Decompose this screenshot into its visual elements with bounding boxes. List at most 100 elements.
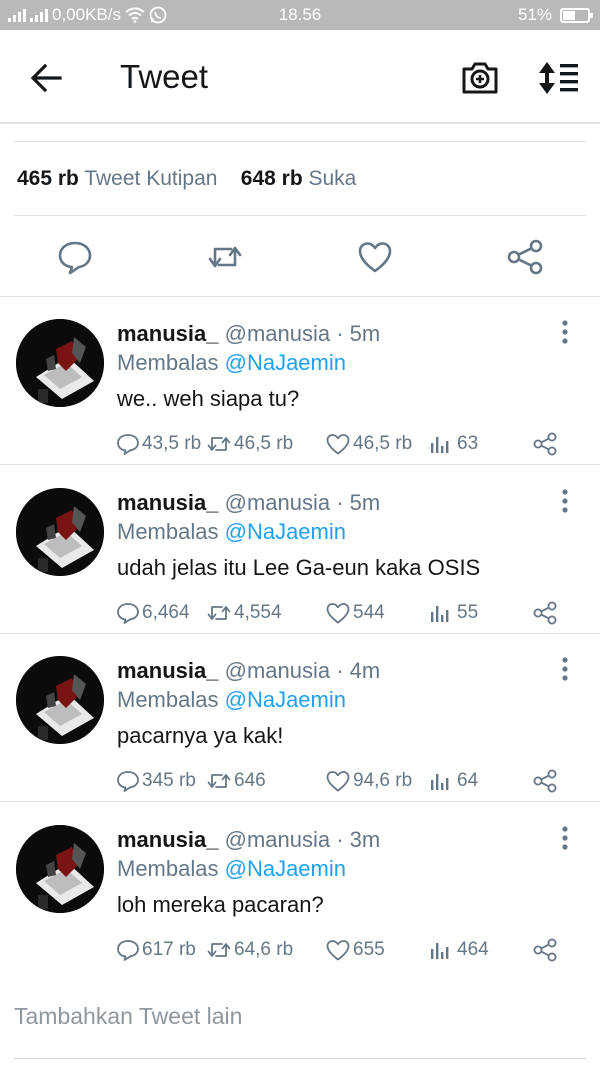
share-action[interactable]: [532, 937, 558, 963]
replying-to: Membalas @NaJaemin: [117, 856, 346, 882]
comment-action[interactable]: 43,5 rb: [116, 429, 201, 459]
comment-count: 43,5 rb: [142, 433, 202, 454]
retweet-action[interactable]: 646: [206, 766, 266, 796]
reply-metrics: 6,464 4,554 544 55: [116, 598, 586, 628]
views-count: 64: [457, 770, 479, 791]
share-icon: [533, 601, 557, 625]
comment-count: 617 rb: [142, 939, 196, 960]
camera-add-icon[interactable]: [460, 58, 500, 98]
share-action[interactable]: [532, 768, 558, 794]
tweet-stats: 465 rb Tweet Kutipan 648 rb Suka: [17, 167, 356, 191]
reply-metrics: 345 rb 646 94,6 rb 64: [116, 766, 586, 796]
views-action[interactable]: 63: [429, 429, 478, 459]
replying-to: Membalas @NaJaemin: [117, 687, 346, 713]
views-icon: [431, 943, 449, 959]
retweet-count: 46,5 rb: [234, 433, 294, 454]
avatar[interactable]: [16, 656, 104, 744]
views-count: 63: [457, 433, 479, 454]
reply-icon[interactable]: [56, 238, 94, 276]
reply-header: manusia_ @manusia · 5m: [117, 321, 380, 347]
retweet-icon[interactable]: [206, 238, 244, 276]
display-name[interactable]: manusia_: [117, 490, 219, 515]
quotes-label[interactable]: Tweet Kutipan: [84, 167, 217, 190]
display-name[interactable]: manusia_: [117, 321, 219, 346]
views-icon: [431, 437, 449, 453]
divider: [14, 215, 586, 216]
comment-action[interactable]: 6,464: [116, 598, 190, 628]
like-action[interactable]: 94,6 rb: [325, 766, 412, 796]
avatar[interactable]: [16, 488, 104, 576]
replying-handle-link[interactable]: @NaJaemin: [225, 687, 346, 712]
more-options-icon[interactable]: [555, 488, 575, 514]
status-bar: 0,00KB/s 18.56 51%: [0, 0, 600, 30]
replying-prefix: Membalas: [117, 687, 219, 712]
views-action[interactable]: 55: [429, 598, 478, 628]
battery-percent: 51%: [517, 5, 552, 24]
more-options-icon[interactable]: [555, 656, 575, 682]
comment-action[interactable]: 345 rb: [116, 766, 196, 796]
display-name[interactable]: manusia_: [117, 658, 219, 683]
share-action[interactable]: [532, 431, 558, 457]
share-icon: [533, 938, 557, 962]
reply-text: pacarnya ya kak!: [117, 723, 284, 748]
replying-to: Membalas @NaJaemin: [117, 519, 346, 545]
like-count: 46,5 rb: [353, 433, 413, 454]
reply-item[interactable]: manusia_ @manusia · 5m Membalas @NaJaemin…: [0, 297, 600, 465]
like-icon: [326, 603, 350, 624]
display-name[interactable]: manusia_: [117, 827, 219, 852]
quotes-count[interactable]: 465 rb: [17, 167, 79, 190]
reply-header: manusia_ @manusia · 5m: [117, 490, 380, 516]
likes-label[interactable]: Suka: [309, 167, 357, 190]
comment-action[interactable]: 617 rb: [116, 935, 196, 965]
like-icon: [326, 434, 350, 455]
like-count: 94,6 rb: [353, 770, 413, 791]
avatar[interactable]: [16, 319, 104, 407]
replying-prefix: Membalas: [117, 519, 219, 544]
reply-item[interactable]: manusia_ @manusia · 4m Membalas @NaJaemin…: [0, 634, 600, 802]
replying-prefix: Membalas: [117, 856, 219, 881]
more-options-icon[interactable]: [555, 825, 575, 851]
like-action[interactable]: 544: [325, 598, 385, 628]
reply-item[interactable]: manusia_ @manusia · 5m Membalas @NaJaemin…: [0, 466, 600, 634]
replying-prefix: Membalas: [117, 350, 219, 375]
reply-metrics: 617 rb 64,6 rb 655 464: [116, 935, 586, 965]
clock: 18.56: [278, 5, 322, 24]
avatar[interactable]: [16, 825, 104, 913]
reply-icon: [117, 940, 139, 961]
reply-header: manusia_ @manusia · 4m: [117, 658, 380, 684]
share-icon[interactable]: [506, 238, 544, 276]
views-action[interactable]: 464: [429, 935, 489, 965]
compose-underline: [14, 1058, 586, 1059]
page-title: Tweet: [120, 58, 209, 95]
reply-item[interactable]: manusia_ @manusia · 3m Membalas @NaJaemin…: [0, 803, 600, 971]
replying-handle-link[interactable]: @NaJaemin: [225, 519, 346, 544]
like-count: 655: [353, 939, 385, 960]
more-options-icon[interactable]: [555, 319, 575, 345]
share-action[interactable]: [532, 600, 558, 626]
likes-count[interactable]: 648 rb: [241, 167, 303, 190]
battery-icon: [560, 7, 593, 23]
retweet-action[interactable]: 4,554: [206, 598, 282, 628]
replying-handle-link[interactable]: @NaJaemin: [225, 350, 346, 375]
like-action[interactable]: 655: [325, 935, 385, 965]
retweet-action[interactable]: 46,5 rb: [206, 429, 293, 459]
retweet-icon: [207, 437, 231, 451]
retweet-icon: [207, 943, 231, 957]
replying-handle-link[interactable]: @NaJaemin: [225, 856, 346, 881]
retweet-icon: [207, 606, 231, 620]
retweet-action[interactable]: 64,6 rb: [206, 935, 293, 965]
views-icon: [431, 774, 449, 790]
reply-text: udah jelas itu Lee Ga-eun kaka OSIS: [117, 555, 481, 580]
compose-input[interactable]: Tambahkan Tweet lain: [14, 1003, 242, 1030]
app-bar: Tweet: [0, 30, 600, 124]
back-arrow-icon[interactable]: [26, 58, 66, 98]
share-icon: [533, 769, 557, 793]
status-right: 51%: [517, 5, 593, 25]
handle-and-time: @manusia · 3m: [224, 827, 381, 852]
like-count: 544: [353, 602, 385, 623]
views-count: 464: [457, 939, 489, 960]
like-action[interactable]: 46,5 rb: [325, 429, 412, 459]
sort-icon[interactable]: [536, 58, 582, 98]
like-icon[interactable]: [356, 238, 394, 276]
views-action[interactable]: 64: [429, 766, 478, 796]
